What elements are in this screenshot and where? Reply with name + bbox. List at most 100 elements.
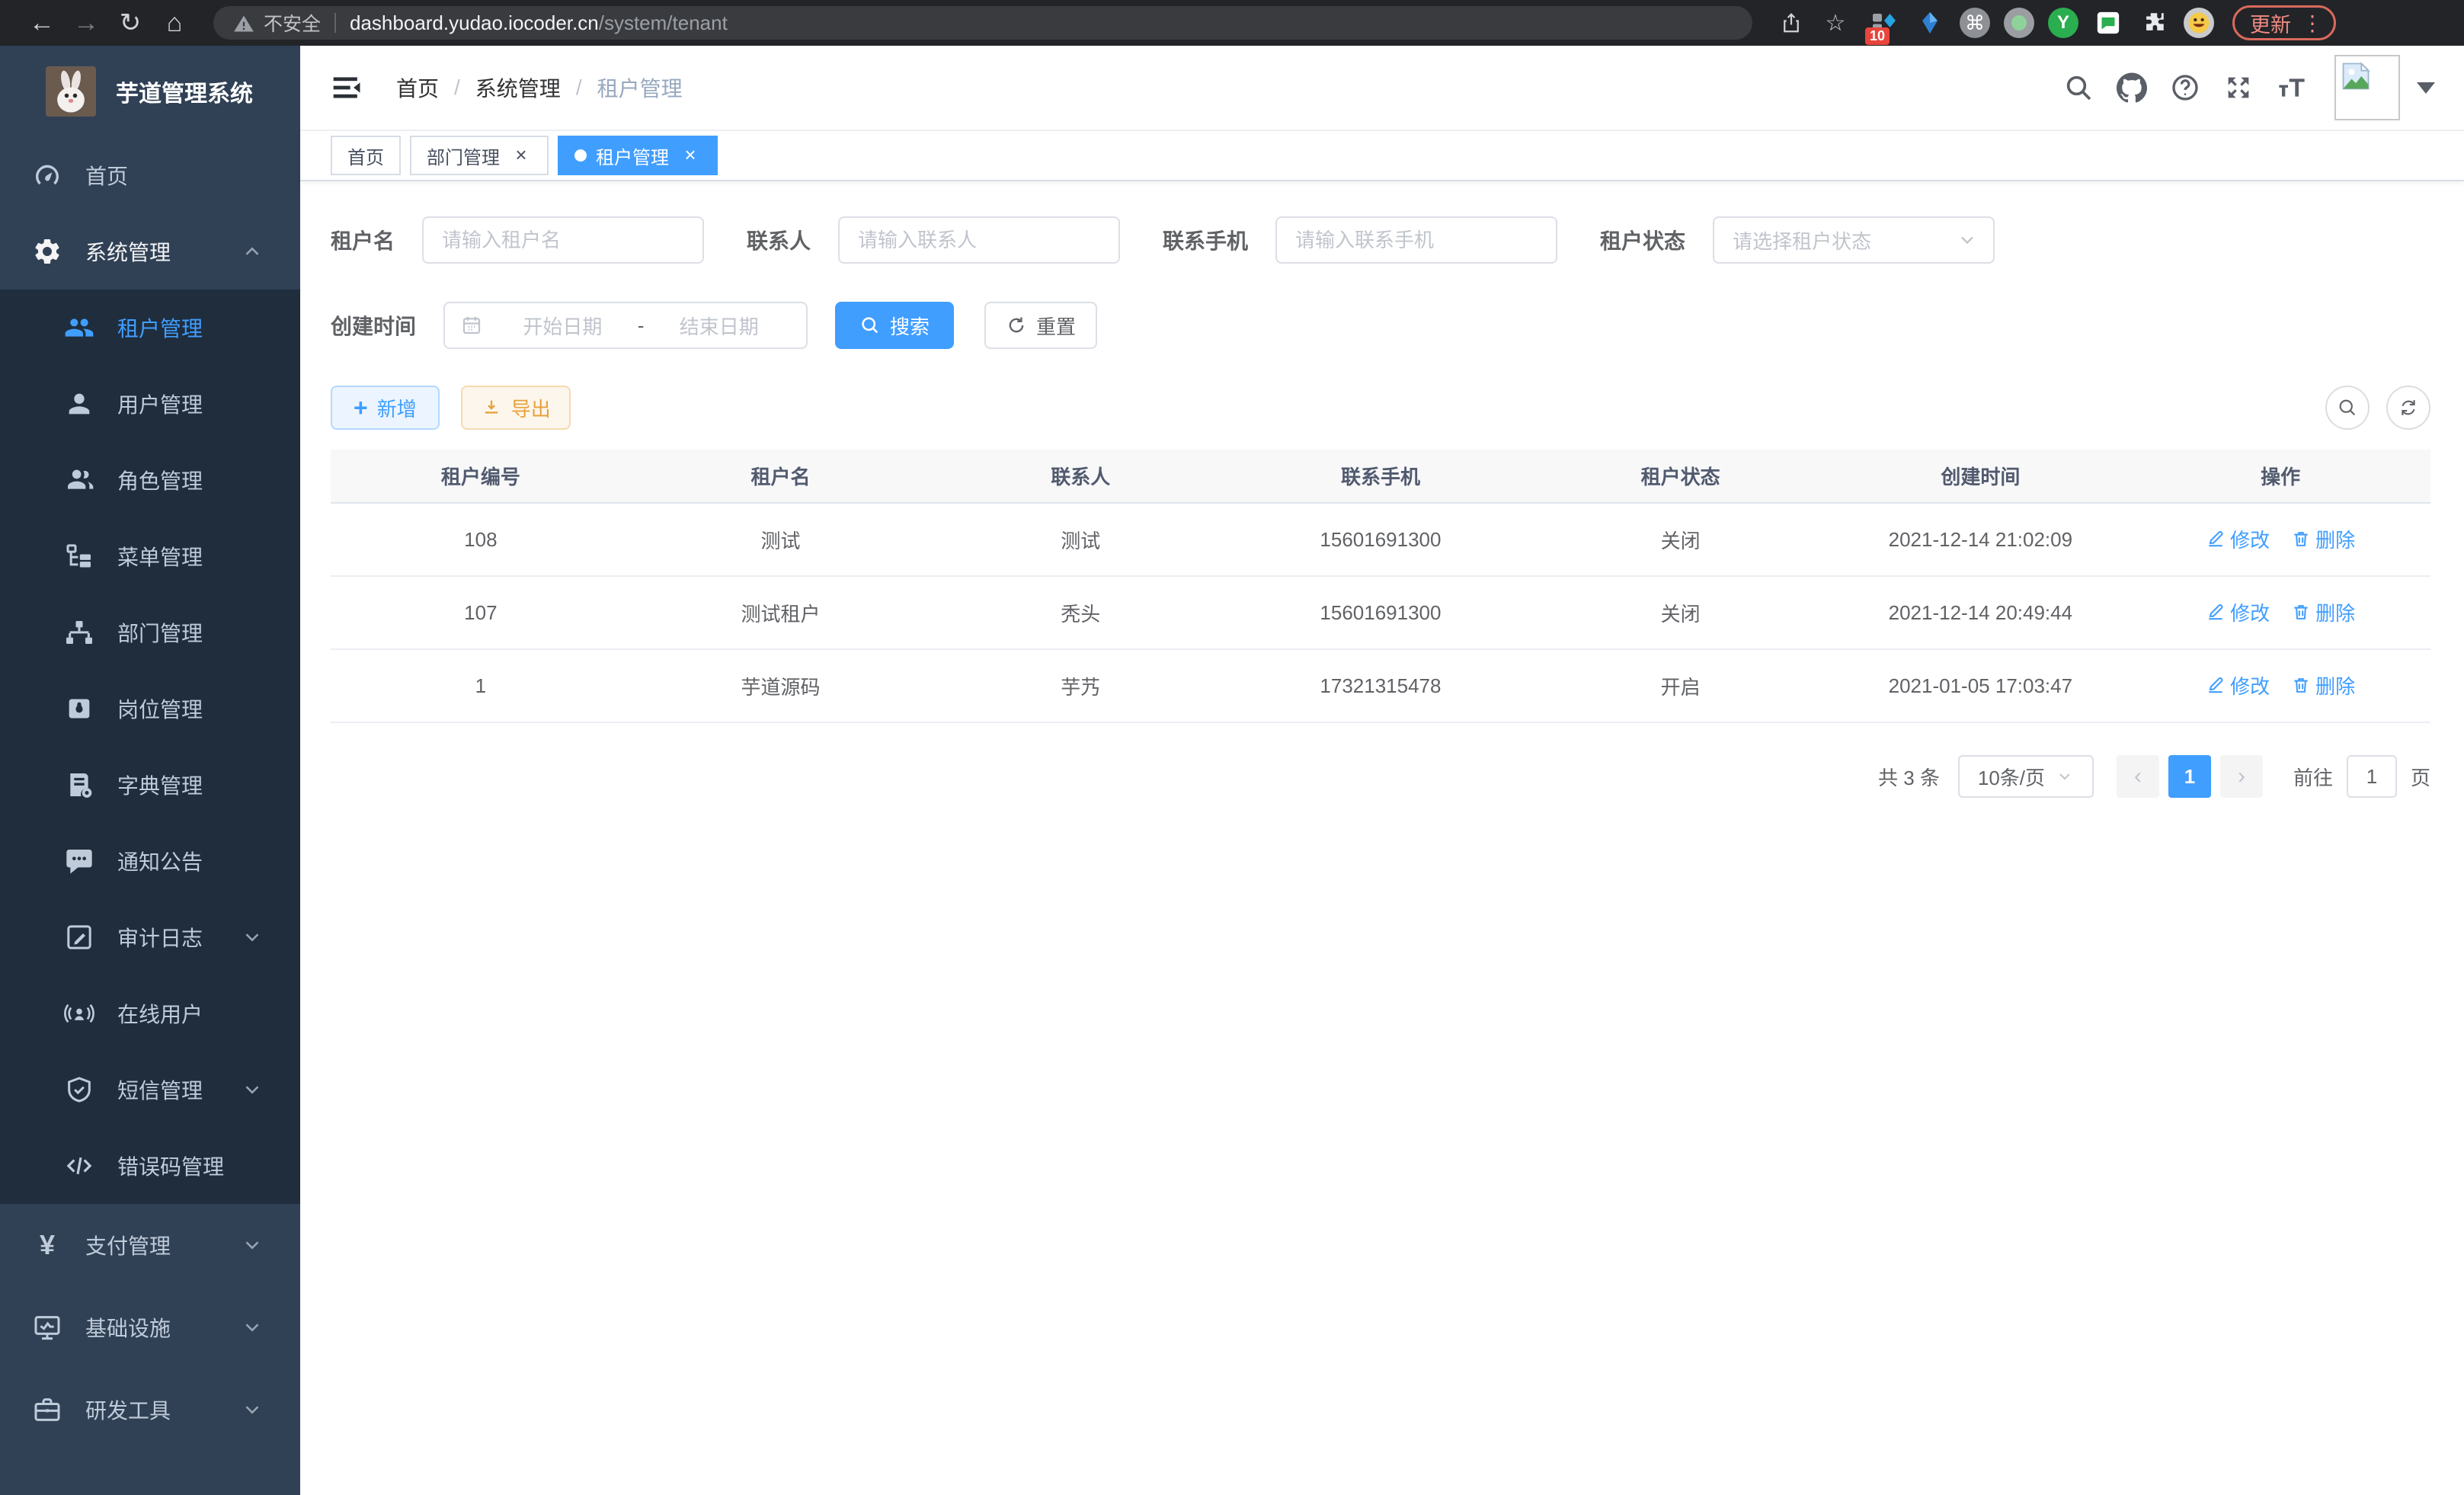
tab-manager-extension-icon[interactable]: 10 [1868, 7, 1900, 39]
help-icon[interactable] [2170, 72, 2200, 103]
font-size-icon[interactable] [2277, 72, 2307, 103]
sidebar-item-label: 菜单管理 [117, 541, 203, 571]
sidebar-item-label: 用户管理 [117, 389, 203, 419]
sidebar-item-部门管理[interactable]: 部门管理 [0, 594, 300, 671]
share-icon[interactable] [1774, 8, 1809, 38]
sidebar-item-系统管理[interactable]: 系统管理 [0, 213, 300, 290]
dashboard-icon [32, 160, 62, 190]
delete-button[interactable]: 删除 [2291, 598, 2355, 626]
sidebar-item-短信管理[interactable]: 短信管理 [0, 1052, 300, 1128]
sidebar-item-审计日志[interactable]: 审计日志 [0, 899, 300, 975]
contact-input[interactable] [838, 216, 1120, 264]
phone-input[interactable] [1275, 216, 1557, 264]
cell-id: 107 [331, 576, 631, 649]
online-user-icon [64, 998, 94, 1029]
sidebar-item-字典管理[interactable]: 字典管理 [0, 747, 300, 823]
kite-extension-icon[interactable] [1914, 7, 1946, 39]
filter-row-2: 创建时间 开始日期 - 结束日期 搜索 [331, 302, 2430, 349]
gear-icon [32, 236, 62, 267]
search-button[interactable]: 搜索 [835, 302, 954, 349]
avatar[interactable] [2334, 55, 2400, 120]
create-time-label: 创建时间 [331, 310, 416, 341]
bookmark-star-icon[interactable]: ☆ [1818, 8, 1853, 38]
page-number-button[interactable]: 1 [2168, 755, 2211, 798]
close-icon[interactable]: × [510, 145, 532, 166]
tab-首页[interactable]: 首页 [331, 136, 401, 175]
recorder-extension-icon[interactable] [2004, 8, 2034, 38]
notice-chat-icon [64, 846, 94, 876]
dev-tool-icon [32, 1394, 62, 1425]
navbar-actions [2040, 55, 2435, 120]
github-icon[interactable] [2117, 72, 2147, 103]
tenant-name-input[interactable] [422, 216, 704, 264]
sidebar-logo[interactable]: 芋道管理系统 [0, 46, 300, 137]
puzzle-extension-icon[interactable] [2138, 7, 2170, 39]
contact-label: 联系人 [747, 225, 811, 255]
cell-status: 开启 [1531, 649, 1831, 722]
tab-部门管理[interactable]: 部门管理× [410, 136, 549, 175]
date-range-picker[interactable]: 开始日期 - 结束日期 [443, 302, 808, 349]
address-bar[interactable]: 不安全 dashboard.yudao.iocoder.cn /system/t… [213, 6, 1752, 40]
add-button[interactable]: + 新增 [331, 386, 440, 430]
sidebar-item-租户管理[interactable]: 租户管理 [0, 290, 300, 366]
search-icon [859, 315, 881, 336]
sidebar-item-用户管理[interactable]: 用户管理 [0, 366, 300, 442]
cell-status: 关闭 [1531, 503, 1831, 576]
home-icon[interactable]: ⌂ [152, 8, 197, 38]
sidebar-item-label: 字典管理 [117, 770, 203, 800]
sidebar-item-基础设施[interactable]: 基础设施 [0, 1286, 300, 1369]
delete-button[interactable]: 删除 [2291, 671, 2355, 699]
export-button[interactable]: 导出 [461, 386, 571, 430]
address-divider [334, 13, 336, 33]
command-extension-icon[interactable]: ⌘ [1960, 8, 1990, 38]
close-icon[interactable]: × [680, 145, 701, 166]
menu-tree-icon [64, 541, 94, 571]
chat-extension-icon[interactable] [2092, 7, 2124, 39]
page-content: 租户名 联系人 联系手机 租户状态 请选择租户状态 [300, 181, 2464, 1495]
edit-button[interactable]: 修改 [2206, 598, 2270, 626]
tab-租户管理[interactable]: 租户管理× [558, 136, 718, 175]
search-icon[interactable] [2063, 72, 2094, 103]
sidebar-item-研发工具[interactable]: 研发工具 [0, 1369, 300, 1451]
edit-button[interactable]: 修改 [2206, 671, 2270, 699]
tenant-table: 租户编号租户名联系人联系手机租户状态创建时间操作 108测试测试15601691… [331, 450, 2430, 723]
page-size-select[interactable]: 10条/页 [1958, 755, 2094, 798]
back-icon[interactable]: ← [20, 8, 64, 38]
sidebar-item-在线用户[interactable]: 在线用户 [0, 975, 300, 1052]
sidebar-item-通知公告[interactable]: 通知公告 [0, 823, 300, 899]
fullscreen-icon[interactable] [2223, 72, 2254, 103]
show-search-toggle-button[interactable] [2325, 386, 2370, 430]
status-select-placeholder: 请选择租户状态 [1733, 226, 1871, 255]
sidebar-item-菜单管理[interactable]: 菜单管理 [0, 518, 300, 594]
reload-icon[interactable]: ↻ [108, 8, 152, 38]
browser-menu-icon[interactable]: ⋮ [2302, 11, 2323, 36]
edit-button[interactable]: 修改 [2206, 525, 2270, 553]
status-select[interactable]: 请选择租户状态 [1713, 216, 1995, 264]
chrome-update-button[interactable]: 更新 ⋮ [2232, 5, 2336, 40]
breadcrumb-system[interactable]: 系统管理 [475, 72, 561, 103]
yuque-extension-icon[interactable]: Y [2048, 8, 2078, 38]
start-date-placeholder[interactable]: 开始日期 [491, 312, 635, 340]
emoji-extension-icon[interactable] [2184, 8, 2214, 38]
sidebar-item-角色管理[interactable]: 角色管理 [0, 442, 300, 518]
next-page-button[interactable]: › [2220, 755, 2263, 798]
table-row: 108测试测试15601691300关闭2021-12-14 21:02:09修… [331, 503, 2430, 576]
avatar-caret-icon[interactable] [2417, 82, 2435, 94]
column-header-租户编号: 租户编号 [331, 450, 631, 503]
goto-page-input[interactable] [2347, 755, 2397, 798]
end-date-placeholder[interactable]: 结束日期 [647, 312, 791, 340]
delete-button[interactable]: 删除 [2291, 525, 2355, 553]
sidebar-item-错误码管理[interactable]: 错误码管理 [0, 1128, 300, 1204]
refresh-table-button[interactable] [2386, 386, 2430, 430]
sidebar-collapse-icon[interactable] [331, 71, 364, 104]
reset-button[interactable]: 重置 [984, 302, 1097, 349]
sidebar-item-首页[interactable]: 首页 [0, 137, 300, 213]
delete-button-label: 删除 [2315, 525, 2355, 553]
sidebar-item-支付管理[interactable]: ¥支付管理 [0, 1204, 300, 1286]
user-icon [64, 389, 94, 419]
edit-button-label: 修改 [2230, 671, 2270, 699]
breadcrumb-home[interactable]: 首页 [396, 72, 439, 103]
prev-page-button[interactable]: ‹ [2117, 755, 2159, 798]
forward-icon[interactable]: → [64, 8, 108, 38]
sidebar-item-岗位管理[interactable]: 岗位管理 [0, 671, 300, 747]
